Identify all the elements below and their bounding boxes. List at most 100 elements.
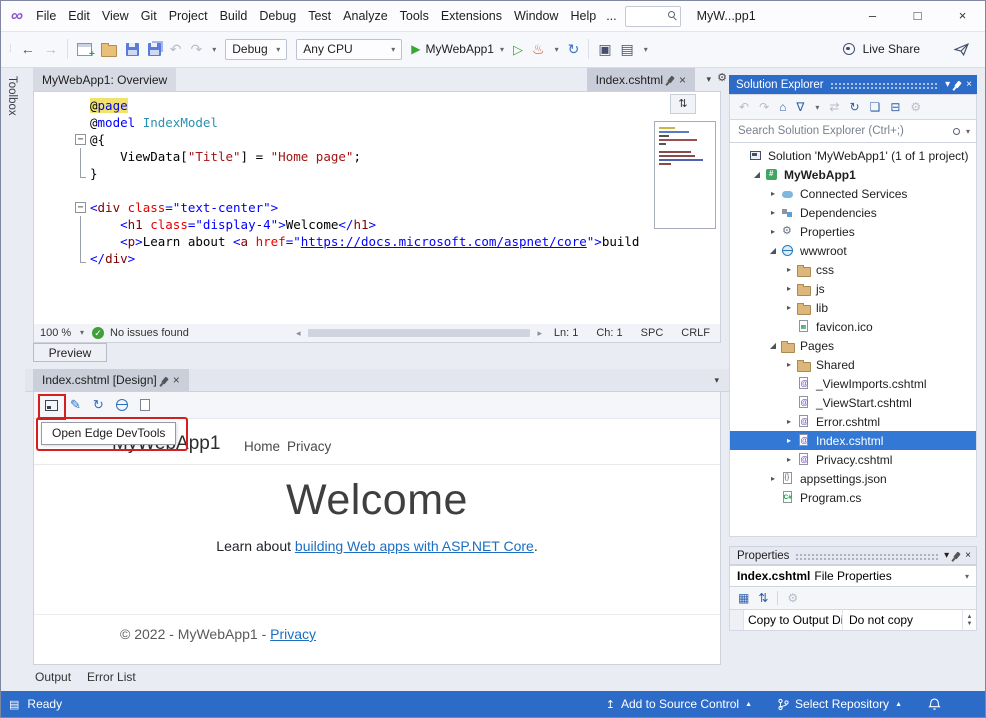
grid-scrollbar[interactable]: ▲▼ [962, 610, 976, 630]
menu-edit[interactable]: Edit [62, 1, 96, 31]
add-to-source-control-button[interactable]: ↥ Add to Source Control ▲ [606, 697, 752, 711]
notifications-bell-icon[interactable] [928, 698, 941, 711]
code-line-10[interactable]: </div> [34, 250, 720, 267]
maximize-button[interactable]: □ [895, 1, 940, 31]
menu-tools[interactable]: Tools [394, 1, 435, 31]
editor-options-icon[interactable]: ▤ [621, 42, 634, 56]
panel-drag-grip[interactable] [795, 553, 938, 561]
menu-analyze[interactable]: Analyze [337, 1, 393, 31]
close-panel-icon[interactable]: × [965, 550, 971, 561]
properties-header[interactable]: Properties ▾ × [729, 546, 977, 565]
select-repository-button[interactable]: Select Repository ▲ [778, 697, 902, 711]
redo-dropdown-icon[interactable]: ▾ [212, 45, 216, 54]
close-panel-icon[interactable]: × [966, 79, 972, 90]
tree-item-index-cshtml[interactable]: ▸Index.cshtml [730, 431, 976, 450]
tree-item-solution-mywebapp1-1-of-1-project-[interactable]: Solution 'MyWebApp1' (1 of 1 project) [730, 146, 976, 165]
expander-icon[interactable]: ▸ [766, 189, 780, 198]
tree-item--viewstart-cshtml[interactable]: _ViewStart.cshtml [730, 393, 976, 412]
code-line-3[interactable]: −@{ [34, 131, 720, 148]
no-issues-check-icon[interactable]: ✓ [92, 327, 104, 339]
undo-icon[interactable]: ↶ [170, 42, 182, 56]
horizontal-scrollbar[interactable]: ◂ ▸ [296, 327, 542, 339]
tab-output[interactable]: Output [35, 670, 71, 684]
show-all-files-icon[interactable]: ❏ [870, 101, 881, 113]
sync-with-active-document-icon[interactable]: ⇄ [829, 101, 839, 113]
code-line-7[interactable]: −<div class="text-center"> [34, 199, 720, 216]
solution-search-input[interactable] [736, 124, 948, 138]
filter-icon[interactable]: ∇ [796, 101, 804, 113]
pin-icon[interactable] [667, 76, 675, 84]
close-tab-icon[interactable]: × [173, 373, 180, 387]
code-line-5[interactable]: } [34, 165, 720, 182]
menu-git[interactable]: Git [135, 1, 163, 31]
refresh-icon[interactable]: ↻ [849, 101, 859, 113]
solution-explorer-header[interactable]: Solution Explorer ▾ × [729, 75, 977, 94]
back-icon[interactable]: ↶ [739, 101, 749, 113]
tree-item-dependencies[interactable]: ▸Dependencies [730, 203, 976, 222]
property-pages-icon[interactable]: ⚙ [787, 592, 798, 604]
aspnet-core-link[interactable]: building Web apps with ASP.NET Core [295, 538, 534, 554]
code-editor[interactable]: @page@model IndexModel−@{ ViewData["Titl… [33, 91, 721, 326]
preview-tab-button[interactable]: Preview [33, 343, 107, 362]
tab-settings-gear-icon[interactable]: ⚙ [717, 71, 727, 84]
refresh-icon[interactable]: ↻ [568, 42, 580, 56]
expander-icon[interactable]: ▸ [782, 436, 796, 445]
tree-item-privacy-cshtml[interactable]: ▸Privacy.cshtml [730, 450, 976, 469]
expander-icon[interactable]: ▸ [782, 303, 796, 312]
run-dropdown-icon[interactable]: ▾ [500, 45, 504, 54]
tree-item-shared[interactable]: ▸Shared [730, 355, 976, 374]
fold-collapse-icon[interactable]: − [75, 134, 86, 145]
find-in-files-icon[interactable]: ▣ [598, 42, 611, 56]
send-feedback-icon[interactable] [954, 43, 969, 56]
document-page-icon[interactable] [140, 399, 150, 411]
background-tasks-icon[interactable]: ▤ [9, 698, 19, 711]
pin-icon[interactable] [161, 376, 169, 384]
tree-item-program-cs[interactable]: Program.cs [730, 488, 976, 507]
nav-privacy-link[interactable]: Privacy [287, 439, 331, 454]
expander-icon[interactable]: ▸ [782, 265, 796, 274]
menu-file[interactable]: File [30, 1, 62, 31]
tab-index-cshtml[interactable]: Index.cshtml × [587, 68, 695, 91]
live-share-icon[interactable] [843, 43, 855, 55]
minimize-button[interactable]: – [850, 1, 895, 31]
tree-item-pages[interactable]: ◢Pages [730, 336, 976, 355]
filter-dropdown-icon[interactable]: ▾ [815, 103, 819, 112]
edit-html-icon[interactable]: ✎ [70, 397, 81, 413]
menu-debug[interactable]: Debug [253, 1, 302, 31]
fold-collapse-icon[interactable]: − [75, 202, 86, 213]
scroll-left-icon[interactable]: ◂ [296, 328, 301, 339]
hot-reload-icon[interactable]: ♨ [532, 42, 545, 56]
chevron-down-icon[interactable]: ▾ [644, 45, 648, 54]
window-position-icon[interactable]: ▾ [944, 550, 949, 561]
tab-error-list[interactable]: Error List [87, 670, 136, 684]
menu-project[interactable]: Project [163, 1, 214, 31]
tree-item-css[interactable]: ▸css [730, 260, 976, 279]
expander-icon[interactable]: ▸ [766, 208, 780, 217]
expander-icon[interactable]: ◢ [766, 246, 780, 255]
property-name-cell[interactable]: Copy to Output Dir [744, 610, 843, 630]
tree-item-wwwroot[interactable]: ◢wwwroot [730, 241, 976, 260]
scroll-up-icon[interactable]: ▲ [967, 614, 973, 620]
document-list-dropdown-icon[interactable]: ▾ [706, 74, 711, 85]
properties-object-dropdown[interactable]: Index.cshtml File Properties ▾ [729, 565, 977, 587]
tree-item-favicon-ico[interactable]: favicon.ico [730, 317, 976, 336]
close-tab-icon[interactable]: × [679, 73, 686, 87]
tree-item-lib[interactable]: ▸lib [730, 298, 976, 317]
tree-item-appsettings-json[interactable]: ▸appsettings.json [730, 469, 976, 488]
redo-icon[interactable]: ↷ [191, 42, 203, 56]
menu-extensions[interactable]: Extensions [435, 1, 508, 31]
refresh-preview-icon[interactable]: ↻ [93, 397, 104, 413]
tree-item-properties[interactable]: ▸Properties [730, 222, 976, 241]
tree-item-mywebapp1[interactable]: ◢MyWebApp1 [730, 165, 976, 184]
code-line-6[interactable] [34, 182, 720, 199]
expander-icon[interactable]: ▸ [782, 284, 796, 293]
tree-item-js[interactable]: ▸js [730, 279, 976, 298]
nav-home-link[interactable]: Home [244, 439, 280, 454]
save-all-icon[interactable] [148, 43, 161, 56]
menu-overflow-button[interactable]: ... [602, 9, 620, 23]
tree-item-connected-services[interactable]: ▸Connected Services [730, 184, 976, 203]
collapse-all-icon[interactable]: ⊟ [890, 101, 900, 113]
expander-icon[interactable]: ▸ [766, 227, 780, 236]
expander-icon[interactable]: ▸ [782, 455, 796, 464]
browser-globe-icon[interactable] [116, 399, 128, 411]
